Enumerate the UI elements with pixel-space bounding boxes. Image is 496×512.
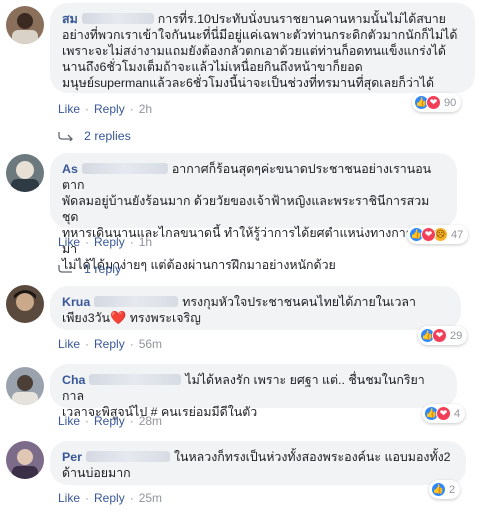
commenter-name[interactable]: สม bbox=[62, 12, 78, 26]
like-link[interactable]: Like bbox=[58, 414, 80, 428]
reaction-summary[interactable]: 👍 ❤ ☹ 47 bbox=[407, 225, 469, 244]
reply-link[interactable]: Reply bbox=[94, 491, 125, 505]
timestamp[interactable]: 25m bbox=[139, 491, 162, 505]
view-replies[interactable]: 2 replies bbox=[58, 129, 131, 143]
comment-bubble: As อากาศก็ร้อนสุดๆค่ะขนาดประชาชนอย่างเราน… bbox=[50, 153, 457, 272]
comment-text-line: นานถึง6ชั่วโมงเต็มถ้าจะแล้วไม่เหนื่อยกิน… bbox=[62, 60, 363, 74]
comment-actions: Like · Reply · 28m bbox=[58, 414, 163, 428]
view-replies[interactable]: 1 reply bbox=[58, 262, 121, 276]
like-link[interactable]: Like bbox=[58, 235, 80, 249]
reaction-count: 2 bbox=[449, 483, 456, 496]
reply-arrow-icon bbox=[58, 265, 72, 273]
replies-count[interactable]: 2 replies bbox=[84, 129, 131, 143]
avatar[interactable] bbox=[6, 441, 44, 479]
reply-link[interactable]: Reply bbox=[94, 337, 125, 351]
commenter-name[interactable]: Cha bbox=[62, 373, 85, 387]
avatar[interactable] bbox=[6, 285, 44, 323]
comment-actions: Like · Reply · 1h bbox=[58, 235, 153, 249]
love-icon: ❤ bbox=[436, 406, 451, 421]
timestamp[interactable]: 56m bbox=[139, 337, 162, 351]
reaction-summary[interactable]: 👍 ❤ 90 bbox=[412, 93, 462, 112]
comment-text-line: อย่างที่พวกเราเข้าใจกันนะที่นี่มีอยู่แค่… bbox=[62, 28, 458, 42]
blurred-name bbox=[81, 163, 168, 174]
commenter-name[interactable]: Krua bbox=[62, 295, 90, 309]
reply-link[interactable]: Reply bbox=[94, 414, 125, 428]
timestamp[interactable]: 1h bbox=[139, 235, 152, 249]
replies-count[interactable]: 1 reply bbox=[84, 262, 121, 276]
comment-text-line: เพียง3วัน bbox=[62, 311, 111, 325]
comment-text-line: ทรงพระเจริญ bbox=[129, 311, 201, 325]
reply-arrow-icon bbox=[58, 132, 73, 141]
love-icon: ❤ bbox=[432, 328, 447, 343]
reaction-summary[interactable]: 👍 ❤ 29 bbox=[418, 326, 468, 345]
comment-text-line: การที่ร.10ประทับนั่งบนราชยานคานหามนั้นไม… bbox=[157, 12, 446, 26]
like-link[interactable]: Like bbox=[58, 102, 80, 116]
love-icon: ❤ bbox=[421, 227, 436, 242]
blurred-name bbox=[94, 296, 179, 307]
comment-text-line: ทรงกุมหัวใจประชาชนคนไทยได้ภายในเวลา bbox=[182, 295, 416, 309]
timestamp[interactable]: 2h bbox=[139, 102, 152, 116]
love-icon: ❤ bbox=[426, 95, 441, 110]
like-icon: 👍 bbox=[431, 482, 446, 497]
reaction-count: 29 bbox=[450, 329, 463, 342]
reaction-count: 90 bbox=[444, 96, 457, 109]
comment-bubble: Per ในหลวงก็ทรงเป็นห่วงทั้งสองพระองค์นะ แ… bbox=[50, 441, 466, 485]
commenter-name[interactable]: Per bbox=[62, 450, 82, 464]
comment-actions: Like · Reply · 25m bbox=[58, 491, 163, 505]
timestamp[interactable]: 28m bbox=[139, 414, 162, 428]
blurred-name bbox=[89, 374, 182, 385]
comment-bubble: Cha ไม่ได้หลงรัก เพราะ ยศฐา แต่.. ชื่นชมใ… bbox=[50, 364, 457, 419]
reply-link[interactable]: Reply bbox=[94, 102, 125, 116]
blurred-name bbox=[85, 451, 170, 462]
reaction-count: 4 bbox=[454, 407, 461, 420]
blurred-name bbox=[81, 13, 154, 24]
comment-text-line: ในหลวงก็ทรงเป็นห่วงทั้งสองพระองค์นะ แอบม… bbox=[173, 450, 451, 464]
commenter-name[interactable]: As bbox=[62, 162, 78, 176]
comment-text-line: ด้านบ่อยมาก bbox=[62, 466, 131, 480]
reaction-summary[interactable]: 👍 ❤ 4 bbox=[422, 404, 466, 423]
comment-text-line: พัดลมอยู่บ้านยังร้อนมาก ด้วยวัยของเจ้าฟ้… bbox=[62, 194, 430, 224]
reply-link[interactable]: Reply bbox=[94, 235, 125, 249]
red-heart-emoji: ❤️ bbox=[110, 310, 127, 325]
comment-bubble: Krua ทรงกุมหัวใจประชาชนคนไทยได้ภายในเวลา … bbox=[50, 286, 461, 330]
like-link[interactable]: Like bbox=[58, 491, 80, 505]
avatar[interactable] bbox=[6, 154, 44, 192]
reaction-summary[interactable]: 👍 2 bbox=[429, 480, 461, 499]
avatar[interactable] bbox=[6, 367, 44, 405]
comment-text-line: เพราะจะไม่สง่างามแถมยังต้องกลัวตกเอาด้วย… bbox=[62, 44, 446, 58]
comment-actions: Like · Reply · 2h bbox=[58, 102, 153, 116]
like-link[interactable]: Like bbox=[58, 337, 80, 351]
comment-text-line: มนุษย์supermanแล้วละ6ชั่วโมงนี้น่าจะเป็น… bbox=[62, 76, 435, 90]
comment-bubble: สม การที่ร.10ประทับนั่งบนราชยานคานหามนั้น… bbox=[50, 3, 475, 93]
comment-actions: Like · Reply · 56m bbox=[58, 337, 163, 351]
reaction-count: 47 bbox=[451, 228, 464, 241]
avatar[interactable] bbox=[6, 6, 44, 44]
